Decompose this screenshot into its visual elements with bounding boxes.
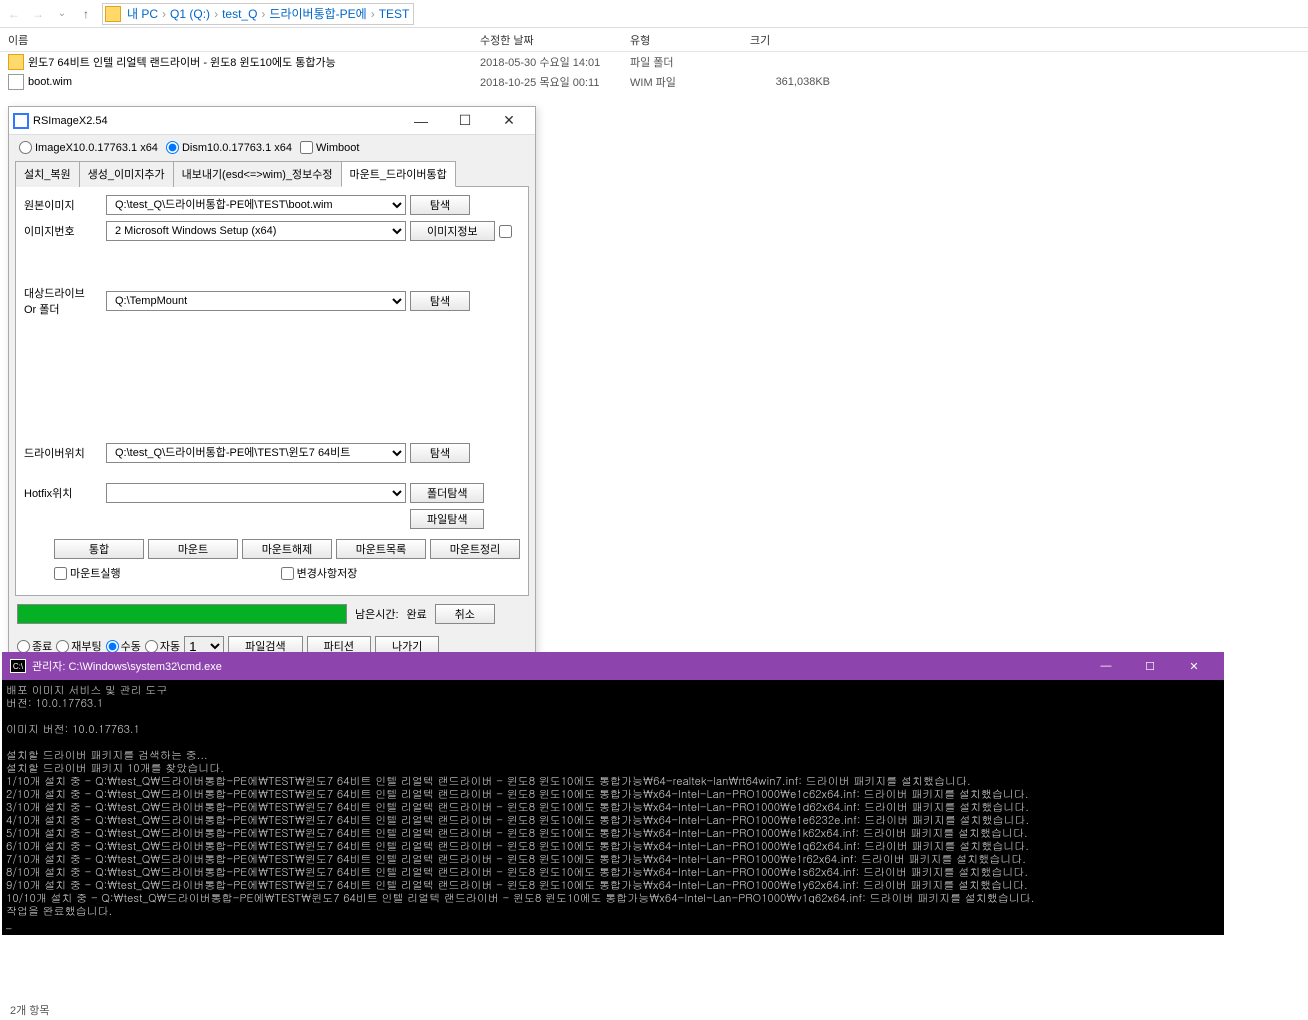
cmd-output: 배포 이미지 서비스 및 관리 도구 버전: 10.0.17763.1 이미지 … (2, 680, 1224, 935)
window-title: RSImageX2.54 (33, 115, 399, 127)
cancel-button[interactable]: 취소 (435, 604, 495, 624)
mount-list-button[interactable]: 마운트목록 (336, 539, 426, 559)
file-type: WIM 파일 (630, 74, 750, 90)
file-type: 파일 폴더 (630, 54, 750, 70)
titlebar[interactable]: RSImageX2.54 — ☐ ✕ (9, 107, 535, 135)
driver-browse-button[interactable]: 탐색 (410, 443, 470, 463)
image-info-check[interactable] (499, 225, 512, 238)
cmd-maximize-button[interactable]: ☐ (1128, 652, 1172, 680)
progress-section: 남은시간: 완료 취소 (9, 596, 535, 632)
tab-create[interactable]: 생성_이미지추가 (79, 161, 174, 187)
image-num-label: 이미지번호 (24, 223, 102, 239)
recent-dropdown[interactable]: ⌄ (50, 2, 74, 26)
maximize-button[interactable]: ☐ (443, 108, 487, 134)
unmount-button[interactable]: 마운트해제 (242, 539, 332, 559)
tab-content: 원본이미지 Q:\test_Q\드라이버통합-PE에\TEST\boot.wim… (15, 187, 529, 596)
file-row[interactable]: boot.wim 2018-10-25 목요일 00:11 WIM 파일 361… (0, 72, 1308, 92)
hotfix-folder-button[interactable]: 폴더탐색 (410, 483, 484, 503)
engine-radio-row: ImageX10.0.17763.1 x64 Dism10.0.17763.1 … (9, 135, 535, 160)
breadcrumb-item[interactable]: test_Q (220, 7, 259, 21)
cmd-window: C:\ 관리자: C:\Windows\system32\cmd.exe — ☐… (2, 652, 1224, 935)
remaining-value: 완료 (407, 606, 427, 622)
tabs: 설치_복원 생성_이미지추가 내보내기(esd<=>wim)_정보수정 마운트_… (15, 160, 529, 187)
mount-cleanup-button[interactable]: 마운트정리 (430, 539, 520, 559)
hotfix-label: Hotfix위치 (24, 485, 102, 501)
remaining-label: 남은시간: (355, 606, 399, 622)
minimize-button[interactable]: — (399, 108, 443, 134)
breadcrumb: 내 PC› Q1 (Q:)› test_Q› 드라이버통합-PE에› TEST (125, 5, 411, 22)
source-input[interactable]: Q:\test_Q\드라이버통합-PE에\TEST\boot.wim (106, 195, 406, 215)
hotfix-file-button[interactable]: 파일탐색 (410, 509, 484, 529)
folder-icon (105, 6, 121, 22)
save-changes-check[interactable]: 변경사항저장 (281, 565, 358, 581)
column-name[interactable]: 이름 (0, 32, 480, 48)
close-button[interactable]: ✕ (487, 108, 531, 134)
source-label: 원본이미지 (24, 197, 102, 213)
image-num-input[interactable]: 2 Microsoft Windows Setup (x64) (106, 221, 406, 241)
app-icon (13, 113, 29, 129)
statusbar: 2개 항목 (2, 1000, 58, 1020)
target-browse-button[interactable]: 탐색 (410, 291, 470, 311)
breadcrumb-item[interactable]: TEST (377, 7, 412, 21)
wimboot-check[interactable]: Wimboot (300, 141, 359, 154)
image-info-button[interactable]: 이미지정보 (410, 221, 495, 241)
tab-export[interactable]: 내보내기(esd<=>wim)_정보수정 (173, 161, 342, 187)
integrate-button[interactable]: 통합 (54, 539, 144, 559)
progress-bar (17, 604, 347, 624)
file-size: 361,038KB (750, 76, 870, 88)
back-button[interactable]: ← (2, 2, 26, 26)
progress-fill (18, 605, 346, 623)
breadcrumb-item[interactable]: 내 PC (125, 5, 160, 22)
target-label: 대상드라이브 Or 폴더 (24, 285, 102, 317)
cmd-title: 관리자: C:\Windows\system32\cmd.exe (32, 658, 1084, 674)
cmd-titlebar[interactable]: C:\ 관리자: C:\Windows\system32\cmd.exe — ☐… (2, 652, 1224, 680)
driver-label: 드라이버위치 (24, 445, 102, 461)
driver-input[interactable]: Q:\test_Q\드라이버통합-PE에\TEST\윈도7 64비트 (106, 443, 406, 463)
mount-run-check[interactable]: 마운트실행 (54, 565, 121, 581)
cmd-icon: C:\ (10, 659, 26, 673)
file-list-header: 이름 수정한 날짜 유형 크기 (0, 28, 1308, 52)
column-date[interactable]: 수정한 날짜 (480, 32, 630, 48)
file-icon (8, 74, 24, 90)
column-type[interactable]: 유형 (630, 32, 750, 48)
cmd-close-button[interactable]: ✕ (1172, 652, 1216, 680)
source-browse-button[interactable]: 탐색 (410, 195, 470, 215)
file-date: 2018-05-30 수요일 14:01 (480, 54, 630, 70)
rsimagex-dialog: RSImageX2.54 — ☐ ✕ ImageX10.0.17763.1 x6… (8, 106, 536, 680)
tab-install[interactable]: 설치_복원 (15, 161, 80, 187)
file-name: 윈도7 64비트 인텔 리얼텍 랜드라이버 - 윈도8 윈도10에도 통합가능 (28, 54, 480, 70)
target-input[interactable]: Q:\TempMount (106, 291, 406, 311)
column-size[interactable]: 크기 (750, 32, 870, 48)
breadcrumb-item[interactable]: 드라이버통합-PE에 (267, 5, 368, 22)
imagex-radio[interactable]: ImageX10.0.17763.1 x64 (19, 141, 158, 154)
file-list: 윈도7 64비트 인텔 리얼텍 랜드라이버 - 윈도8 윈도10에도 통합가능 … (0, 52, 1308, 92)
file-date: 2018-10-25 목요일 00:11 (480, 74, 630, 90)
forward-button[interactable]: → (26, 2, 50, 26)
file-name: boot.wim (28, 76, 480, 88)
folder-icon (8, 54, 24, 70)
dism-radio[interactable]: Dism10.0.17763.1 x64 (166, 141, 292, 154)
address-bar[interactable]: 내 PC› Q1 (Q:)› test_Q› 드라이버통합-PE에› TEST (102, 3, 414, 25)
mount-button[interactable]: 마운트 (148, 539, 238, 559)
tab-mount[interactable]: 마운트_드라이버통합 (341, 161, 456, 187)
hotfix-input[interactable] (106, 483, 406, 503)
up-button[interactable]: ↑ (74, 2, 98, 26)
file-row[interactable]: 윈도7 64비트 인텔 리얼텍 랜드라이버 - 윈도8 윈도10에도 통합가능 … (0, 52, 1308, 72)
breadcrumb-item[interactable]: Q1 (Q:) (168, 7, 212, 21)
cmd-minimize-button[interactable]: — (1084, 652, 1128, 680)
explorer-toolbar: ← → ⌄ ↑ 내 PC› Q1 (Q:)› test_Q› 드라이버통합-PE… (0, 0, 1308, 28)
